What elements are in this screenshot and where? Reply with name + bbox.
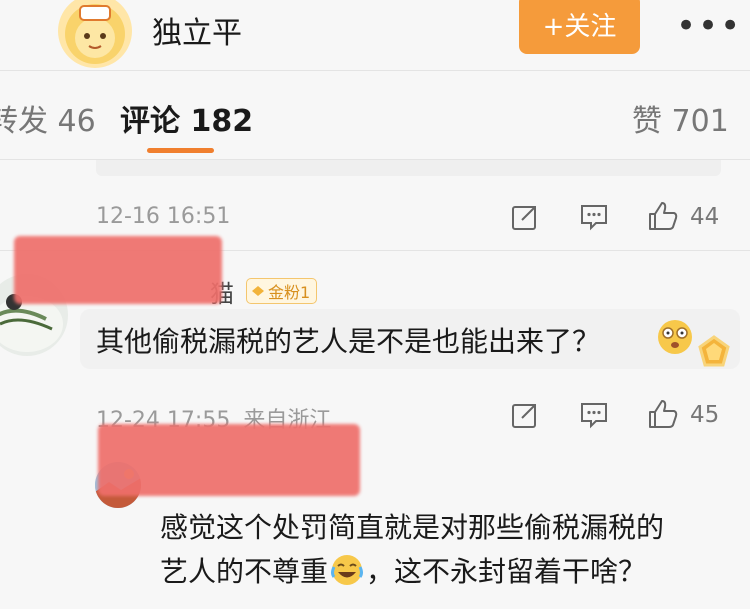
like-count: 45 bbox=[690, 402, 720, 428]
reply-text-part2: ，这不永封留着干啥？ bbox=[366, 555, 647, 588]
comment-icon[interactable] bbox=[579, 400, 609, 430]
active-tab-indicator bbox=[147, 148, 214, 153]
dizzy-emoji-icon bbox=[658, 320, 692, 354]
fan-badge: 金粉1 bbox=[246, 278, 318, 304]
thumbs-up-icon[interactable] bbox=[646, 397, 680, 431]
comment-timestamp: 12-16 16:51 bbox=[96, 204, 231, 229]
reply-text-line1: 感觉这个处罚简直就是对那些偷税漏税的 bbox=[160, 511, 665, 544]
gold-fan-icon bbox=[252, 286, 264, 296]
tab-bar: 转发 46 评论 182 赞 701 bbox=[0, 70, 750, 160]
author-username[interactable]: 独立平 bbox=[152, 8, 242, 52]
fan-badge-label: 金粉1 bbox=[268, 283, 311, 302]
share-icon[interactable] bbox=[510, 202, 540, 232]
profile-header: 独立平 +关注 ••• bbox=[0, 0, 750, 70]
thumbs-up-icon[interactable] bbox=[646, 199, 680, 233]
tab-likes[interactable]: 赞 701 bbox=[632, 96, 729, 140]
share-icon[interactable] bbox=[510, 400, 540, 430]
like-count: 44 bbox=[690, 204, 720, 230]
comment-icon[interactable] bbox=[579, 202, 609, 232]
more-options-icon[interactable]: ••• bbox=[676, 6, 742, 46]
lion-avatar-icon bbox=[65, 4, 125, 64]
reply-text-part1: 艺人的不尊重 bbox=[160, 555, 329, 588]
tab-reposts[interactable]: 转发 46 bbox=[0, 96, 96, 140]
gold-fan-icon bbox=[698, 335, 730, 367]
laugh-cry-emoji-icon bbox=[331, 555, 364, 585]
redaction-block bbox=[98, 424, 360, 496]
redaction-block bbox=[14, 236, 222, 304]
reply-text-line2: 艺人的不尊重 ，这不永封留着干啥？ bbox=[160, 550, 646, 590]
follow-button[interactable]: +关注 bbox=[519, 0, 640, 54]
comment-text: 其他偷税漏税的艺人是不是也能出来了？ bbox=[96, 325, 601, 358]
author-avatar[interactable] bbox=[58, 0, 132, 68]
tab-comments[interactable]: 评论 182 bbox=[120, 96, 253, 140]
previous-comment-bubble bbox=[96, 160, 721, 176]
